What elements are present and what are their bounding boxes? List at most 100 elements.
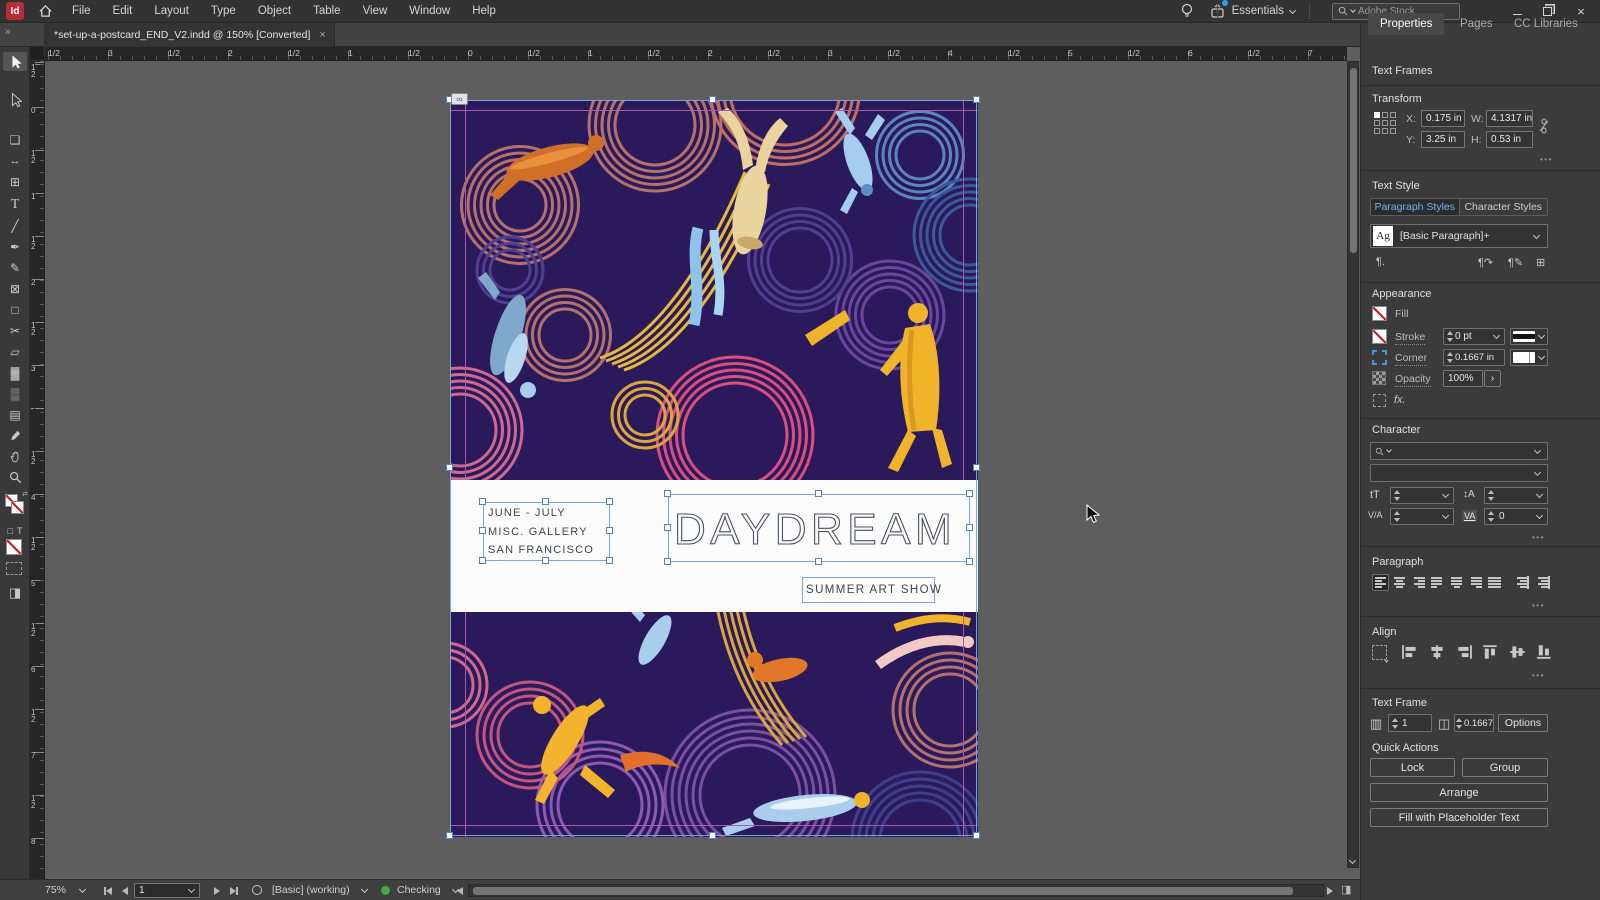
opacity-expand-button[interactable]: ›	[1484, 370, 1501, 387]
align-to-selector[interactable]	[1372, 645, 1389, 663]
justify-last-left-button[interactable]	[1429, 574, 1446, 591]
paragraph-style-dropdown[interactable]: Ag [Basic Paragraph]+	[1370, 224, 1548, 248]
x-field[interactable]: 0.175 in	[1421, 110, 1465, 127]
scroll-right-arrow[interactable]	[1327, 886, 1333, 898]
fx-icon[interactable]: fx.	[1394, 394, 1406, 406]
first-page-button[interactable]	[104, 886, 112, 898]
info-text-frame[interactable]: JUNE - JULY MISC. GALLERY SAN FRANCISCO	[483, 502, 610, 561]
preflight-icon[interactable]	[252, 885, 262, 895]
reference-point-grid[interactable]	[1374, 112, 1398, 136]
align-more-options[interactable]: •••	[1532, 671, 1545, 680]
selection-handle[interactable]	[446, 464, 453, 471]
stroke-none-swatch[interactable]	[1372, 329, 1387, 344]
selection-handle[interactable]	[664, 558, 671, 565]
fill-none-swatch[interactable]	[1372, 306, 1387, 321]
horizontal-scrollbar[interactable]	[468, 884, 1324, 897]
paragraph-styles-tab[interactable]: Paragraph Styles	[1371, 199, 1459, 215]
stroke-style-dropdown[interactable]	[1510, 328, 1548, 345]
document-tab[interactable]: *set-up-a-postcard_END_V2.indd @ 150% [C…	[44, 23, 335, 47]
menu-item[interactable]: Object	[247, 0, 302, 23]
fill-with-placeholder-button[interactable]: Fill with Placeholder Text	[1370, 808, 1548, 827]
ruler-origin-corner[interactable]	[30, 47, 45, 61]
content-collector-tool[interactable]: ⊞	[3, 172, 27, 191]
pen-tool[interactable]: ✒	[3, 237, 27, 256]
align-toward-spine-button[interactable]	[1512, 574, 1529, 591]
horizontal-ruler[interactable]: 1/2 3 1/2 2 1/2 1 1/2 0 1/2 1 1/2 2 1/2 3 1/2 4 1/2 5 1/2 6…	[45, 47, 1347, 61]
align-vcenter-button[interactable]	[1509, 644, 1527, 660]
home-icon[interactable]	[38, 4, 53, 18]
rectangle-tool[interactable]: □	[3, 300, 27, 319]
hand-tool[interactable]	[3, 447, 27, 466]
corner-radius-stepper[interactable]: 0.1667 in	[1443, 349, 1505, 366]
leading-stepper[interactable]	[1484, 487, 1548, 504]
gutter-stepper[interactable]: 0.1667	[1454, 714, 1494, 732]
selection-handle[interactable]	[973, 464, 980, 471]
kerning-stepper[interactable]	[1390, 508, 1454, 525]
formatting-text-icon[interactable]: T	[17, 526, 23, 536]
selection-handle[interactable]	[973, 832, 980, 839]
align-bottom-edges-button[interactable]	[1536, 644, 1554, 660]
w-field[interactable]: 4.1317 in	[1486, 110, 1533, 127]
selection-handle[interactable]	[709, 96, 716, 103]
constrain-proportions-icon[interactable]	[1538, 118, 1550, 134]
align-hcenter-button[interactable]	[1428, 644, 1446, 660]
selection-handle[interactable]	[606, 557, 613, 564]
group-button[interactable]: Group	[1462, 758, 1548, 777]
h-field[interactable]: 0.53 in	[1486, 131, 1533, 148]
tab-pages[interactable]: Pages	[1448, 13, 1505, 35]
link-badge-icon[interactable]: ∞	[451, 93, 468, 105]
selection-handle[interactable]	[479, 527, 486, 534]
formatting-container-icon[interactable]: □	[8, 526, 13, 536]
workspace-switcher[interactable]: Essentials	[1216, 3, 1310, 19]
zoom-level-dropdown[interactable]: 75%	[45, 884, 87, 896]
selection-handle[interactable]	[664, 490, 671, 497]
menu-item[interactable]: Window	[398, 0, 461, 23]
title-text-frame[interactable]: DAYDREAM	[668, 494, 970, 562]
vertical-ruler[interactable]: 1 2 0 1 2 1 1 2 2 1 2 3 1 2 4 1 2 5 1 2 6 1 2 7 1 2 8	[30, 61, 45, 880]
justify-last-center-button[interactable]	[1448, 574, 1465, 591]
columns-stepper[interactable]: 1	[1388, 714, 1432, 732]
apply-none-swatch[interactable]	[6, 539, 22, 555]
tab-cc-libraries[interactable]: CC Libraries	[1502, 13, 1590, 35]
opacity-label[interactable]: Opacity	[1395, 373, 1431, 387]
image-frame-edge[interactable]	[450, 100, 977, 836]
selection-handle[interactable]	[446, 832, 453, 839]
font-size-stepper[interactable]	[1390, 487, 1454, 504]
selection-tool[interactable]	[3, 52, 27, 71]
vertical-scrollbar-thumb[interactable]	[1350, 68, 1357, 253]
stroke-label[interactable]: Stroke	[1395, 331, 1426, 345]
transform-more-options[interactable]: •••	[1540, 155, 1553, 164]
direct-selection-tool[interactable]	[3, 90, 27, 109]
selection-handle[interactable]	[542, 498, 549, 505]
selection-handle[interactable]	[606, 498, 613, 505]
opacity-field[interactable]: 100%	[1443, 370, 1483, 387]
learn-bulb-icon[interactable]	[1180, 3, 1194, 19]
menu-item[interactable]: File	[61, 0, 102, 23]
character-more-options[interactable]: •••	[1532, 533, 1545, 542]
arrange-button[interactable]: Arrange	[1370, 783, 1548, 802]
selection-handle[interactable]	[664, 524, 671, 531]
menu-item[interactable]: Type	[200, 0, 247, 23]
text-frame-options-button[interactable]: Options	[1498, 714, 1548, 732]
y-field[interactable]: 3.25 in	[1421, 131, 1465, 148]
tracking-stepper[interactable]: 0	[1484, 508, 1548, 525]
line-tool[interactable]: ╱	[3, 216, 27, 235]
align-top-edges-button[interactable]	[1482, 644, 1500, 660]
last-page-button[interactable]	[230, 886, 238, 898]
style-override-icon[interactable]: ¶✎	[1508, 256, 1523, 269]
justify-last-right-button[interactable]	[1467, 574, 1484, 591]
swap-fill-stroke-icon[interactable]: ⇄	[22, 490, 28, 498]
frame-tool[interactable]: ⊠	[3, 279, 27, 298]
selection-handle[interactable]	[966, 524, 973, 531]
redefine-style-icon[interactable]: ¶↷	[1478, 256, 1493, 269]
corner-style-dropdown[interactable]	[1510, 349, 1548, 366]
note-tool[interactable]: ▤	[3, 405, 27, 424]
selection-handle[interactable]	[966, 558, 973, 565]
eyedropper-tool[interactable]	[3, 426, 27, 445]
previous-page-button[interactable]	[122, 886, 128, 898]
selection-handle[interactable]	[542, 557, 549, 564]
font-family-dropdown[interactable]	[1370, 442, 1548, 460]
justify-all-button[interactable]	[1486, 574, 1503, 591]
formatting-affects-buttons[interactable]: □ T	[3, 521, 27, 540]
gradient-tool[interactable]: ▓	[3, 363, 27, 382]
